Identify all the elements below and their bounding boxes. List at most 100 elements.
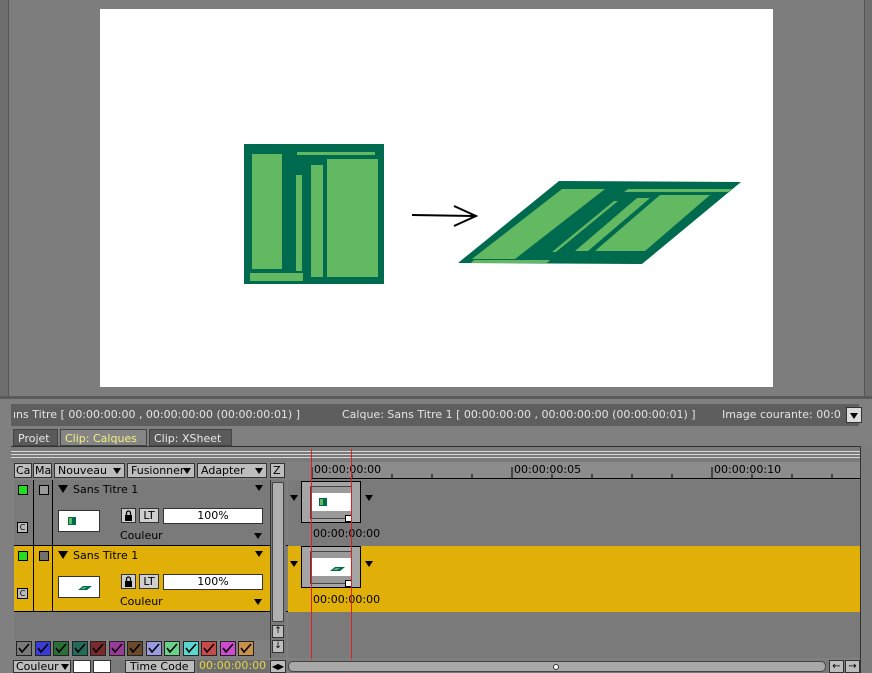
timeline-track-selected[interactable]: 00:00:00:00 [288, 546, 860, 612]
chevron-down-icon [61, 664, 69, 670]
ruler-tick-label: 00:00:00:10 [714, 463, 782, 476]
tab-projet[interactable]: Projet [13, 429, 58, 446]
column-divider [52, 480, 53, 546]
opacity-field[interactable]: 100% [163, 574, 263, 590]
timeline-track[interactable]: 00:00:00:00 [288, 480, 860, 546]
expand-triangle-icon[interactable] [58, 551, 68, 559]
color-filter-checkbox[interactable] [182, 641, 199, 656]
layer-row[interactable]: Sans Titre 1 LT 100% Couleur C [14, 480, 270, 546]
nouveau-menu[interactable]: Nouveau [54, 463, 125, 478]
chevron-down-icon [183, 468, 191, 474]
layer-name[interactable]: Sans Titre 1 [73, 483, 138, 496]
layer-name[interactable]: Sans Titre 1 [73, 549, 138, 562]
preview-canvas[interactable] [100, 9, 773, 387]
column-divider [52, 546, 53, 612]
color-filter-checkbox[interactable] [90, 641, 106, 656]
preview-artwork [244, 144, 741, 284]
viewer-left-edge [0, 0, 9, 398]
blend-mode[interactable]: Couleur [120, 529, 163, 542]
scroll-up-icon[interactable]: ↑ [272, 625, 284, 638]
lock-mode-button[interactable]: LT [139, 574, 159, 589]
panel-stripe [11, 451, 861, 452]
horizontal-scrollbar[interactable] [288, 661, 826, 672]
blend-mode[interactable]: Couleur [120, 595, 163, 608]
scroll-right-icon[interactable]: → [845, 660, 860, 673]
camera-toggle[interactable] [18, 551, 28, 561]
color-filter-checkbox[interactable] [127, 641, 143, 656]
chevron-down-icon [113, 468, 121, 474]
fusionner-menu[interactable]: Fusionner [127, 463, 195, 478]
layer-row[interactable]: Sans Titre 1 LT 100% Couleur C [14, 546, 270, 612]
adapter-menu[interactable]: Adapter [197, 463, 267, 478]
color-filter-checkbox[interactable] [219, 641, 236, 656]
check-icon [184, 643, 197, 654]
color-filter-checkbox[interactable] [238, 641, 254, 656]
couleur-menu[interactable]: Couleur [13, 660, 71, 673]
clip-block[interactable] [301, 481, 361, 523]
chevron-down-icon[interactable] [290, 561, 298, 567]
timeline-empty-area[interactable] [288, 612, 860, 658]
playhead-end-marker[interactable] [351, 449, 352, 659]
z-order-button[interactable]: Z [270, 463, 285, 478]
time-code-field[interactable]: 00:00:00:00 [197, 660, 269, 673]
thumbnail-art [78, 586, 92, 590]
playhead-start-marker[interactable] [311, 449, 312, 659]
panel-stripe [11, 454, 861, 455]
nouveau-label: Nouveau [58, 464, 107, 477]
clip-block[interactable] [301, 546, 361, 588]
check-icon [129, 643, 141, 654]
clip-badge[interactable]: C [17, 522, 28, 533]
scroll-down-icon[interactable]: ↓ [272, 640, 284, 653]
lock-icon[interactable] [121, 508, 136, 523]
color-filter-checkbox[interactable] [71, 641, 88, 656]
chevron-down-icon [255, 468, 263, 474]
scroll-left-icon[interactable]: ← [829, 660, 844, 673]
mask-toggle[interactable] [39, 551, 49, 561]
opacity-field[interactable]: 100% [163, 508, 263, 524]
expand-triangle-icon[interactable] [58, 485, 68, 493]
tab-clip-calques[interactable]: Clip: Calques [60, 429, 147, 446]
color-filter-checkbox[interactable] [108, 641, 125, 656]
info-dropdown-button[interactable] [846, 407, 862, 423]
scrollbar-grip[interactable] [553, 664, 559, 670]
mask-toggle[interactable] [39, 485, 49, 495]
panel-right-edge [860, 446, 872, 673]
skewed-shape [458, 181, 741, 264]
color-filter-checkbox[interactable] [145, 641, 162, 656]
chevron-down-icon[interactable] [254, 599, 262, 605]
chevron-down-icon[interactable] [255, 551, 263, 557]
chevron-down-icon[interactable] [290, 495, 298, 501]
couleur-label: Couleur [16, 660, 59, 673]
lock-mode-button[interactable]: LT [139, 508, 159, 523]
clip-badge[interactable]: C [17, 588, 28, 599]
color-filter-checkbox[interactable] [53, 641, 69, 656]
layer-thumbnail [58, 576, 100, 598]
color-filter-checkbox[interactable] [164, 641, 180, 656]
color-swatch-white[interactable] [93, 660, 111, 673]
viewer-separator[interactable] [0, 396, 872, 399]
check-icon [36, 643, 49, 654]
tab-clip-xsheet[interactable]: Clip: XSheet [149, 429, 232, 446]
check-icon [73, 643, 86, 654]
chevron-down-icon[interactable] [255, 485, 263, 491]
camera-toggle[interactable] [18, 485, 28, 495]
column-mask[interactable]: Ma [33, 463, 52, 478]
layer-scrollbar[interactable]: ↑ ↓ [270, 480, 286, 658]
color-filter-checkbox[interactable] [16, 641, 32, 656]
column-divider [33, 480, 34, 546]
padlock-glyph [125, 510, 132, 521]
split-arrows-icon[interactable]: ◀▶ [270, 660, 286, 673]
color-filter-checkbox[interactable] [201, 641, 217, 656]
info-layer-range: Calque: Sans Titre 1 [ 00:00:00:00 , 00:… [342, 408, 696, 421]
chevron-down-icon[interactable] [365, 495, 373, 501]
chevron-down-icon[interactable] [254, 533, 262, 539]
color-swatch-white[interactable] [73, 660, 91, 673]
arrow-icon [411, 205, 479, 227]
clip-timecode: 00:00:00:00 [313, 527, 381, 540]
lock-icon[interactable] [121, 574, 136, 589]
color-filter-checkbox[interactable] [34, 641, 51, 656]
scrollbar-thumb[interactable] [272, 482, 284, 622]
column-divider [33, 546, 34, 612]
column-camera[interactable]: Ca [14, 463, 32, 478]
chevron-down-icon[interactable] [365, 561, 373, 567]
